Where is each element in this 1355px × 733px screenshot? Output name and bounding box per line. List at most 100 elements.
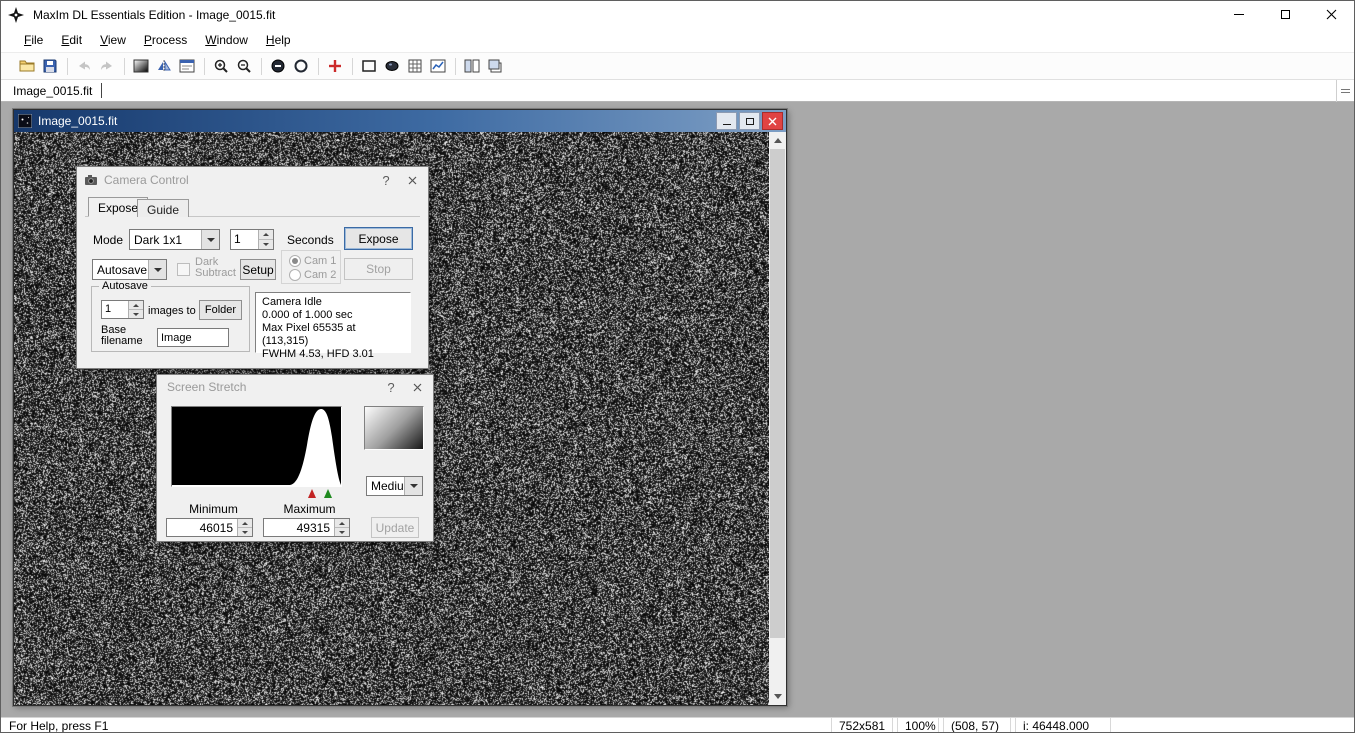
autosave-count-spinner[interactable]: 1 bbox=[101, 300, 144, 319]
spin-down-button[interactable] bbox=[238, 528, 252, 536]
maximum-label: Maximum bbox=[267, 502, 352, 516]
tile-windows-button[interactable] bbox=[461, 55, 483, 77]
camera-control-titlebar[interactable]: Camera Control ? bbox=[77, 167, 428, 193]
undo-button[interactable] bbox=[73, 55, 95, 77]
cam1-radio[interactable] bbox=[289, 255, 301, 267]
scroll-up-button[interactable] bbox=[769, 132, 786, 149]
cascade-windows-button[interactable] bbox=[484, 55, 506, 77]
crosshair-button[interactable] bbox=[324, 55, 346, 77]
close-icon bbox=[768, 117, 777, 126]
flip-button[interactable] bbox=[153, 55, 175, 77]
spinner-buttons bbox=[258, 230, 273, 249]
pan-button[interactable] bbox=[290, 55, 312, 77]
redo-icon bbox=[99, 58, 115, 74]
close-icon bbox=[1326, 9, 1337, 20]
dark-subtract-checkbox[interactable] bbox=[177, 263, 190, 276]
camera-control-dialog-icon bbox=[84, 173, 98, 187]
menu-process[interactable]: Process bbox=[135, 29, 196, 51]
setup-button[interactable]: Setup bbox=[240, 259, 276, 280]
folder-button-label: Folder bbox=[205, 304, 236, 316]
spin-down-button[interactable] bbox=[129, 310, 143, 318]
camera-control-dialog: Camera Control ? Expose Guide Mode Dark … bbox=[76, 166, 429, 369]
folder-button[interactable]: Folder bbox=[199, 300, 242, 320]
select-rectangle-icon bbox=[361, 58, 377, 74]
menu-view[interactable]: View bbox=[91, 29, 135, 51]
flip-vertical-icon bbox=[156, 58, 172, 74]
autosave-mode-select[interactable]: Autosave bbox=[92, 259, 167, 280]
mode-label: Mode bbox=[93, 233, 123, 247]
camera-status-line4: FWHM 4.53, HFD 3.01 bbox=[262, 348, 404, 361]
statusbar-image-size: 752x581 bbox=[831, 718, 893, 733]
maximum-marker-icon[interactable] bbox=[324, 489, 332, 498]
screen-stretch-close-button[interactable] bbox=[404, 377, 430, 397]
histogram-panel bbox=[171, 406, 342, 487]
screen-stretch-button[interactable] bbox=[130, 55, 152, 77]
spin-up-button[interactable] bbox=[238, 519, 252, 528]
statusbar-intensity: i: 46448.000 bbox=[1015, 718, 1111, 733]
maximize-icon bbox=[1281, 10, 1290, 19]
minimum-spinner[interactable]: 46015 bbox=[166, 518, 253, 537]
tab-scroll-control[interactable] bbox=[1336, 80, 1354, 102]
toolbar-separator bbox=[67, 58, 68, 75]
camera-control-button[interactable] bbox=[381, 55, 403, 77]
scrollbar-thumb[interactable] bbox=[770, 149, 785, 638]
base-filename-input[interactable]: Image bbox=[157, 328, 229, 347]
titlebar[interactable]: MaxIm DL Essentials Edition - Image_0015… bbox=[1, 1, 1354, 28]
arrow-up-icon bbox=[339, 522, 345, 525]
zoom-reduce-button[interactable] bbox=[267, 55, 289, 77]
image-window-maximize-button[interactable] bbox=[739, 112, 760, 130]
spin-up-button[interactable] bbox=[259, 230, 273, 240]
spin-down-button[interactable] bbox=[335, 528, 349, 536]
cam2-radio[interactable] bbox=[289, 269, 301, 281]
minimize-icon bbox=[1234, 14, 1244, 15]
update-button[interactable]: Update bbox=[371, 517, 419, 538]
redo-button[interactable] bbox=[96, 55, 118, 77]
close-button[interactable] bbox=[1308, 1, 1354, 28]
select-rectangle-button[interactable] bbox=[358, 55, 380, 77]
tab-guide[interactable]: Guide bbox=[137, 199, 189, 217]
zoom-in-button[interactable] bbox=[210, 55, 232, 77]
toolbar-separator bbox=[261, 58, 262, 75]
screen-stretch-help-button[interactable]: ? bbox=[378, 377, 404, 397]
minimize-button[interactable] bbox=[1216, 1, 1262, 28]
exposure-time-spinner[interactable]: 1 bbox=[230, 229, 274, 250]
graph-window-icon bbox=[430, 58, 446, 74]
camera-status-line1: Camera Idle bbox=[262, 296, 404, 309]
menu-window[interactable]: Window bbox=[196, 29, 257, 51]
zoom-out-button[interactable] bbox=[233, 55, 255, 77]
mode-select[interactable]: Dark 1x1 bbox=[129, 229, 220, 250]
stretch-preset-select[interactable]: Medium bbox=[366, 476, 423, 496]
expose-button[interactable]: Expose bbox=[344, 227, 413, 250]
spin-up-button[interactable] bbox=[335, 519, 349, 528]
camera-control-help-button[interactable]: ? bbox=[373, 170, 399, 190]
maximize-button[interactable] bbox=[1262, 1, 1308, 28]
maximum-spinner[interactable]: 49315 bbox=[263, 518, 350, 537]
pixel-grid-button[interactable] bbox=[404, 55, 426, 77]
save-button[interactable] bbox=[39, 55, 61, 77]
stop-button-label: Stop bbox=[366, 262, 391, 276]
spin-down-button[interactable] bbox=[259, 240, 273, 249]
vertical-scrollbar[interactable] bbox=[769, 132, 786, 705]
graph-window-button[interactable] bbox=[427, 55, 449, 77]
tab-divider bbox=[101, 83, 102, 98]
menu-edit[interactable]: Edit bbox=[52, 29, 91, 51]
spin-up-button[interactable] bbox=[129, 301, 143, 310]
autosave-group-legend: Autosave bbox=[99, 280, 151, 292]
crosshair-icon bbox=[327, 58, 343, 74]
screen-stretch-titlebar[interactable]: Screen Stretch ? bbox=[157, 375, 433, 399]
open-button[interactable] bbox=[16, 55, 38, 77]
tab-image-0015[interactable]: Image_0015.fit bbox=[1, 81, 101, 101]
image-window-titlebar[interactable]: Image_0015.fit bbox=[14, 110, 786, 132]
scroll-down-button[interactable] bbox=[769, 688, 786, 705]
camera-control-close-button[interactable] bbox=[399, 170, 425, 190]
information-window-icon bbox=[179, 58, 195, 74]
menu-file[interactable]: File bbox=[15, 29, 52, 51]
close-icon bbox=[413, 383, 422, 392]
information-button[interactable] bbox=[176, 55, 198, 77]
menu-help[interactable]: Help bbox=[257, 29, 300, 51]
stop-button[interactable]: Stop bbox=[344, 258, 413, 280]
image-window-close-button[interactable] bbox=[762, 112, 783, 130]
gradient-preview-icon bbox=[365, 407, 423, 449]
minimum-marker-icon[interactable] bbox=[308, 489, 316, 498]
image-window-minimize-button[interactable] bbox=[716, 112, 737, 130]
